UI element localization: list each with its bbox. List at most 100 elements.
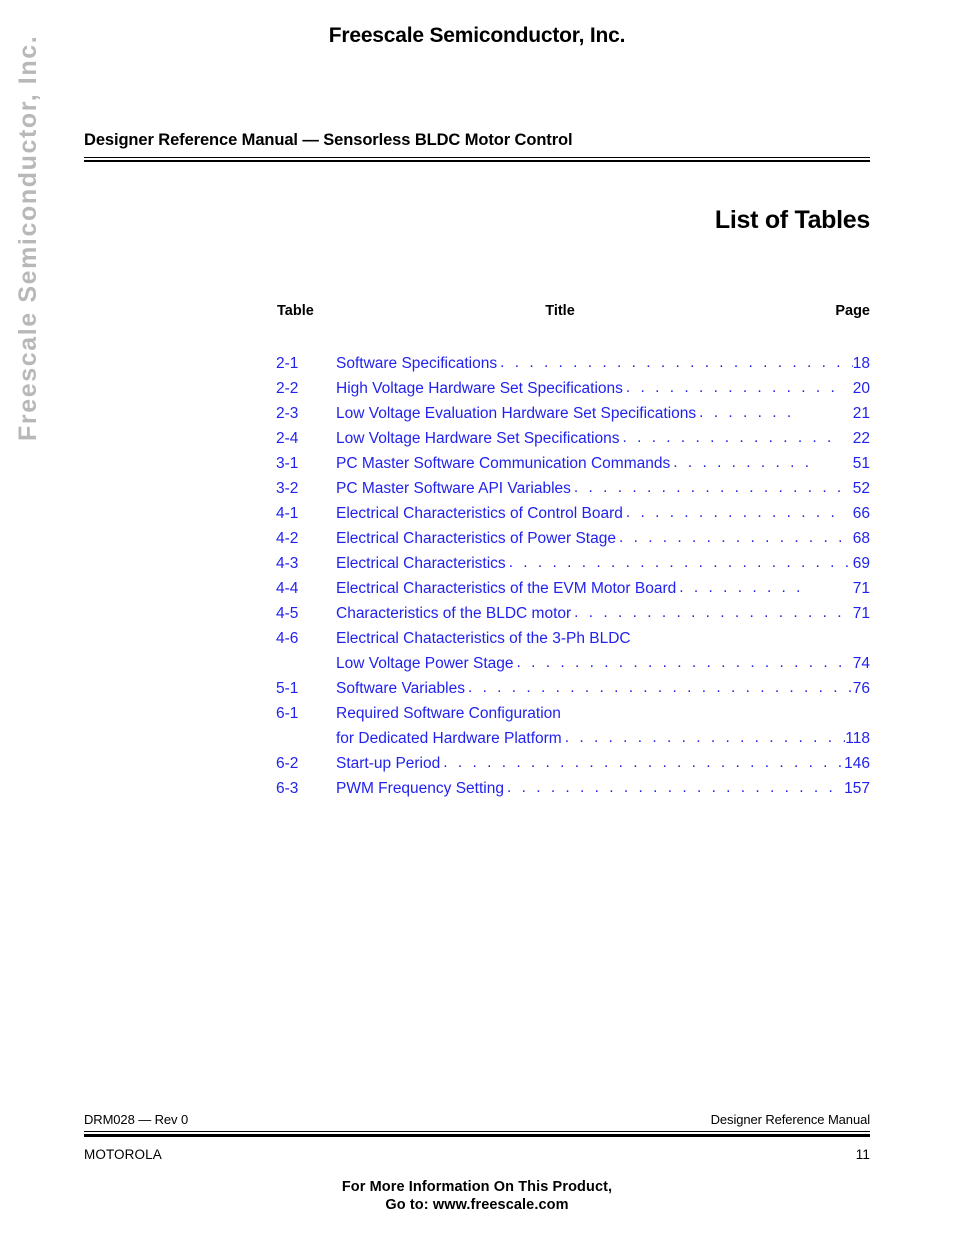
footer-document-id: DRM028 — Rev 0 <box>84 1112 189 1127</box>
toc-entry[interactable]: 6-1 Required Software Configuration <box>276 705 870 730</box>
toc-entry[interactable]: 5-1 Software Variables . . . . . . . . . … <box>276 679 870 705</box>
toc-entry-page-number: 18 <box>852 355 870 372</box>
toc-entry-title: Low Voltage Power Stage <box>336 655 514 672</box>
promo-line-2: Go to: www.freescale.com <box>385 1197 569 1213</box>
toc-entry-page-number: 74 <box>852 655 870 672</box>
footer-page-number: 11 <box>855 1147 870 1162</box>
promo-block: For More Information On This Product, Go… <box>0 1178 954 1214</box>
toc-entry-title: Software Variables <box>336 680 465 697</box>
footer-bottom-line: MOTOROLA 11 <box>84 1147 870 1162</box>
toc-entry-number: 2-3 <box>276 405 299 422</box>
toc-entry[interactable]: 2-1 Software Specifications . . . . . . .… <box>276 354 870 380</box>
toc-entry-number: 2-2 <box>276 380 299 397</box>
footer-company-name: MOTOROLA <box>84 1147 162 1162</box>
toc-entry-number: 3-1 <box>276 455 299 472</box>
toc-entry-title: Electrical Characteristics of Power Stag… <box>336 530 616 547</box>
toc-entry-title: Software Specifications <box>336 355 498 372</box>
toc-entry-page-number: 20 <box>852 380 870 397</box>
toc-entry-title: for Dedicated Hardware Platform <box>336 730 562 747</box>
footer-manual-type: Designer Reference Manual <box>710 1112 870 1127</box>
toc-entry-title: PC Master Software API Variables <box>336 480 571 497</box>
toc-entry-leader-dots: . . . . . . . . . . . . . . . . . . . . … <box>467 679 853 696</box>
toc-entry-title: Low Voltage Hardware Set Specifications <box>336 430 620 447</box>
toc-entry-leader-dots: . . . . . . . . . . . . . . . <box>625 379 838 396</box>
toc-entry-number: 4-5 <box>276 605 299 622</box>
toc-entry-number: 2-4 <box>276 430 299 447</box>
toc-entry[interactable]: 2-4 Low Voltage Hardware Set Specificatio… <box>276 429 870 455</box>
toc-entry-number: 6-2 <box>276 755 299 772</box>
toc-entry-leader-dots: . . . . . . . . . . . . . . . <box>622 429 835 446</box>
toc-entry[interactable]: 4-5 Characteristics of the BLDC motor . .… <box>276 604 870 630</box>
toc-entry-leader-dots: . . . . . . . . . . . . . . . . <box>618 529 846 546</box>
toc-entry-title: Electrical Characteristics <box>336 555 506 572</box>
promo-line-1: For More Information On This Product, <box>341 1179 613 1195</box>
column-header-title: Title <box>545 303 575 319</box>
toc-entry-leader-dots: . . . . . . . . . . <box>673 454 813 471</box>
toc-entry[interactable]: 6-3 PWM Frequency Setting. . . . . . . . … <box>276 779 870 805</box>
toc-entry-leader-dots: . . . . . . . . . . . . . . . . . . . . … <box>500 354 853 371</box>
toc-entry[interactable]: 4-3 Electrical Characteristics . . . . . … <box>276 554 870 580</box>
document-header-title: Designer Reference Manual — Sensorless B… <box>84 131 573 149</box>
toc-entry-leader-dots: . . . . . . . . . . . . . . . . . . . . … <box>516 654 853 671</box>
toc-entry-page-number: 21 <box>852 405 870 422</box>
toc-entry-leader-dots: . . . . . . . . . <box>679 579 804 596</box>
toc-entry-page-number: 51 <box>852 455 870 472</box>
page-footer: DRM028 — Rev 0 Designer Reference Manual… <box>84 1112 870 1162</box>
footer-rule-thick <box>84 1134 870 1137</box>
toc-entry[interactable]: 3-2 PC Master Software API Variables. . .… <box>276 479 870 505</box>
column-header-page: Page <box>835 303 870 319</box>
toc-entry-number: 6-1 <box>276 705 299 722</box>
toc-entry[interactable]: for Dedicated Hardware Platform . . . . … <box>276 729 870 755</box>
toc-entry-title: Electrical Characteristics of the EVM Mo… <box>336 580 677 597</box>
document-header: Designer Reference Manual — Sensorless B… <box>84 131 870 162</box>
toc-entry-page-number: 76 <box>852 680 870 697</box>
toc-entry-page-number: 118 <box>845 730 870 747</box>
toc-entry-leader-dots: . . . . . . . . . . . . . . . <box>625 504 838 521</box>
toc-entry-leader-dots: . . . . . . . . . . . . . . . . . . . . … <box>574 604 853 621</box>
toc-entry-page-number: 71 <box>852 605 870 622</box>
toc-entry-number: 6-3 <box>276 780 299 797</box>
toc-entry[interactable]: 6-2 Start-up Period . . . . . . . . . . .… <box>276 754 870 780</box>
toc-entry-number: 2-1 <box>276 355 299 372</box>
toc-entry[interactable]: 4-4 Electrical Characteristics of the EVM… <box>276 579 870 605</box>
toc-entry-page-number: 68 <box>852 530 870 547</box>
toc-entry-title: High Voltage Hardware Set Specifications <box>336 380 623 397</box>
toc-entry-title: Required Software Configuration <box>336 705 561 722</box>
toc-entry-page-number: 22 <box>852 430 870 447</box>
top-company-banner: Freescale Semiconductor, Inc. <box>328 24 626 47</box>
toc-entry-leader-dots: . . . . . . . . . . . . . . . . . . . . … <box>443 754 844 771</box>
toc-entry-title: Low Voltage Evaluation Hardware Set Spec… <box>336 405 697 422</box>
toc-entry-leader-dots: . . . . . . . . . . . . . . . . . . . . … <box>508 554 853 571</box>
toc-entry-title: Electrical Chatacteristics of the 3-Ph B… <box>336 630 631 647</box>
toc-entry[interactable]: 4-1 Electrical Characteristics of Control… <box>276 504 870 530</box>
toc-entry-page-number: 66 <box>852 505 870 522</box>
toc-entry-number: 5-1 <box>276 680 299 697</box>
footer-top-line: DRM028 — Rev 0 Designer Reference Manual <box>84 1112 870 1127</box>
toc-entry-leader-dots: . . . . . . . . . . . . . . . . . . . . … <box>564 729 846 746</box>
toc-entry-leader-dots: . . . . . . . . . . . . . . . . . . . . … <box>506 779 844 796</box>
toc-entry[interactable]: 4-2 Electrical Characteristics of Power S… <box>276 529 870 555</box>
header-rule-thick <box>84 160 870 162</box>
header-divider-rule <box>84 157 870 162</box>
side-watermark-text: Freescale Semiconductor, Inc. <box>14 34 42 441</box>
toc-entry-leader-dots: . . . . . . . . . . . . . . . . . . . . … <box>573 479 853 496</box>
toc-entry-title: Characteristics of the BLDC motor <box>336 605 572 622</box>
footer-divider-rule <box>84 1131 870 1137</box>
page-title: List of Tables <box>714 206 870 234</box>
toc-entry-title: Electrical Characteristics of Control Bo… <box>336 505 623 522</box>
toc-entry[interactable]: 2-3 Low Voltage Evaluation Hardware Set S… <box>276 404 870 430</box>
toc-entry-page-number: 146 <box>844 755 870 772</box>
toc-entry-page-number: 157 <box>844 780 870 797</box>
toc-entry-number: 3-2 <box>276 480 299 497</box>
toc-entry[interactable]: 2-2 High Voltage Hardware Set Specificati… <box>276 379 870 405</box>
toc-entry-number: 4-6 <box>276 630 299 647</box>
toc-entry[interactable]: Low Voltage Power Stage . . . . . . . . … <box>276 654 870 680</box>
toc-entry-number: 4-3 <box>276 555 299 572</box>
toc-entry-title: PC Master Software Communication Command… <box>336 455 671 472</box>
toc-column-headers: Table Title Page <box>276 303 870 327</box>
toc-entry[interactable]: 3-1 PC Master Software Communication Comm… <box>276 454 870 480</box>
toc-entry-page-number: 69 <box>852 555 870 572</box>
list-of-tables: Table Title Page 2-1 Software Specificati… <box>276 303 870 805</box>
toc-entry[interactable]: 4-6 Electrical Chatacteristics of the 3-P… <box>276 630 870 655</box>
toc-entry-leader-dots: . . . . . . . <box>699 404 795 421</box>
